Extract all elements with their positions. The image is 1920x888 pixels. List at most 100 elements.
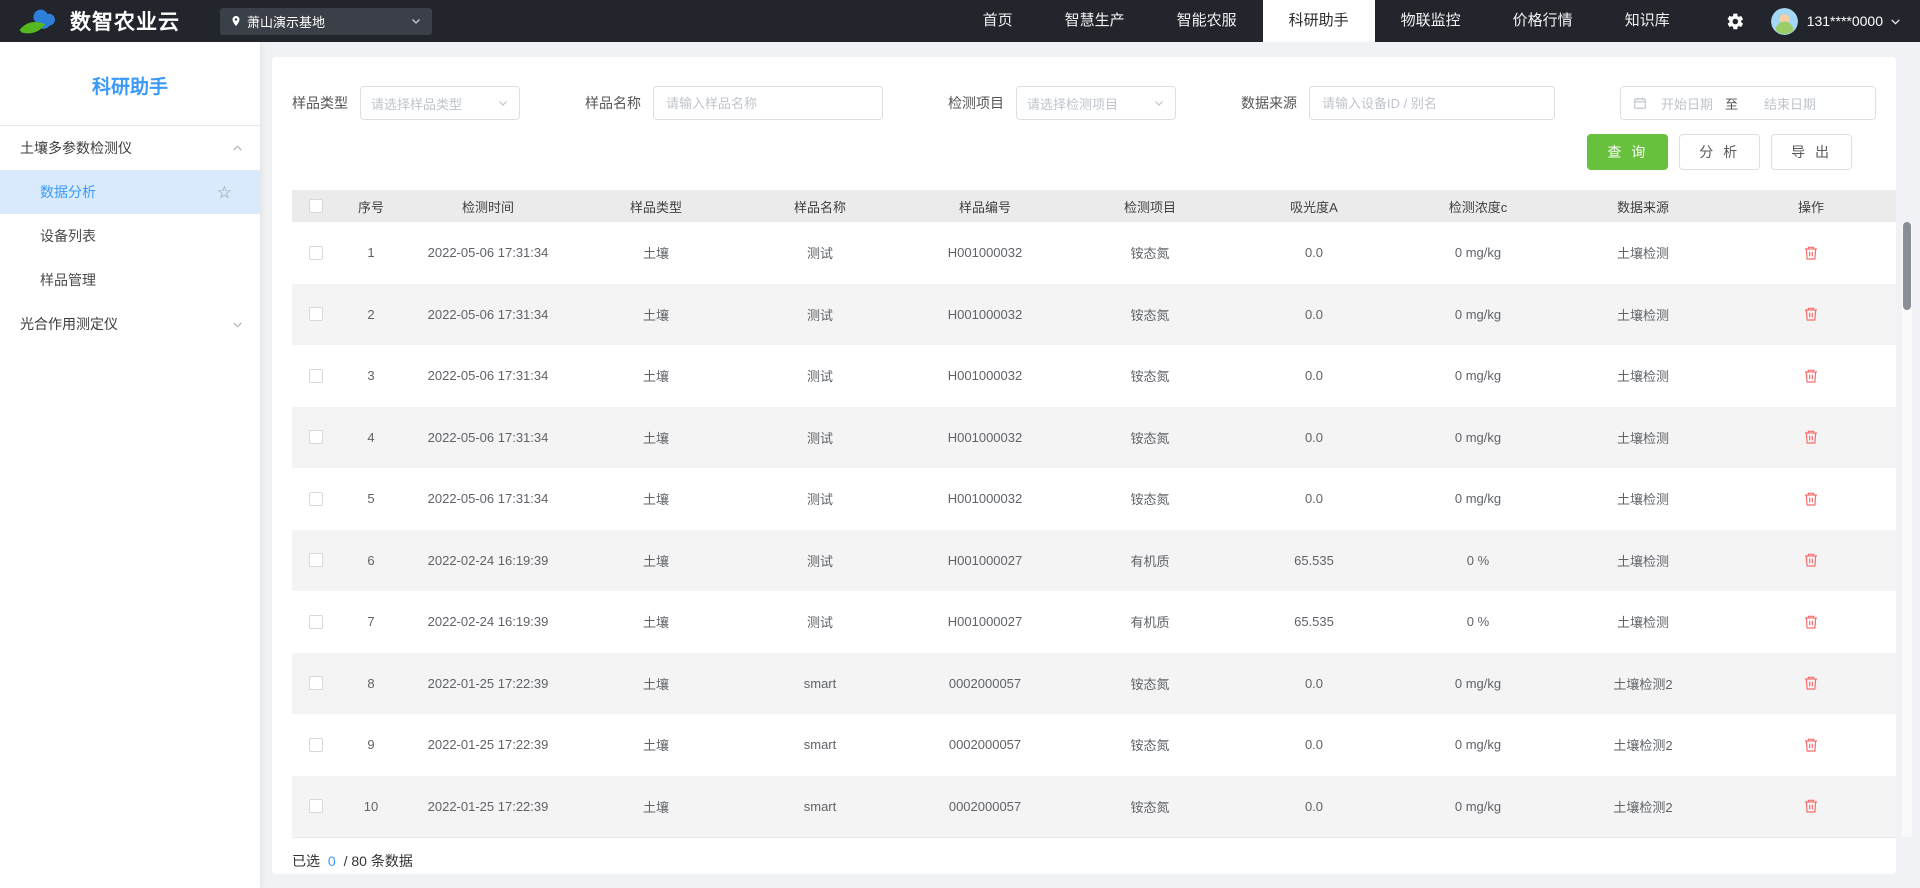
delete-button[interactable]: [1803, 736, 1819, 754]
settings-button[interactable]: [1726, 12, 1745, 31]
delete-button[interactable]: [1803, 674, 1819, 692]
nav-item-iot-monitor[interactable]: 物联监控: [1375, 0, 1487, 42]
row-checkbox[interactable]: [309, 676, 323, 691]
trash-icon: [1805, 676, 1817, 690]
sidebar-item-device-list[interactable]: 设备列表: [0, 214, 260, 258]
delete-button[interactable]: [1803, 367, 1819, 385]
delete-button[interactable]: [1803, 797, 1819, 815]
cell-test-item: 铵态氮: [1130, 738, 1170, 754]
cell-data-source: 土壤检测: [1616, 307, 1669, 323]
cell-detect-time: 2022-05-06 17:31:34: [427, 491, 549, 507]
table-row: 4 2022-05-06 17:31:34 土壤 测试 H001000032 铵态氮 0.0…: [292, 406, 1896, 468]
table-row: 9 2022-01-25 17:22:39 土壤 smart 0002000057 铵态氮…: [292, 714, 1896, 776]
delete-button[interactable]: [1803, 551, 1819, 569]
chevron-down-icon: [233, 321, 242, 328]
nav-item-research-assistant[interactable]: 科研助手: [1262, 0, 1375, 42]
cell-test-item: 铵态氮: [1130, 799, 1170, 815]
cell-sample-type: 土壤: [642, 307, 669, 323]
sample-type-select[interactable]: 请选择样品类型: [360, 86, 520, 120]
cell-sample-type: 土壤: [642, 676, 669, 692]
row-checkbox[interactable]: [309, 430, 323, 445]
delete-button[interactable]: [1803, 244, 1819, 262]
trash-icon: [1805, 615, 1817, 629]
cell-index: 7: [367, 614, 375, 630]
cell-index: 6: [367, 552, 375, 568]
cell-sample-name: smart: [803, 798, 837, 814]
nav-item-home[interactable]: 首页: [957, 0, 1039, 42]
sidebar-title: 科研助手: [91, 77, 168, 98]
row-checkbox[interactable]: [309, 737, 323, 752]
nav-item-smart-service[interactable]: 智能农服: [1151, 0, 1263, 42]
date-separator: 至: [1725, 96, 1739, 112]
sidebar-item-sample-management[interactable]: 样品管理: [0, 258, 260, 302]
date-range-picker[interactable]: 开始日期 至 结束日期: [1620, 86, 1876, 120]
cell-detect-time: 2022-05-06 17:31:34: [427, 368, 549, 384]
cell-actions: [1726, 222, 1896, 284]
sidebar-item-data-analysis[interactable]: 数据分析 ☆: [0, 170, 260, 214]
delete-button[interactable]: [1803, 428, 1819, 446]
row-checkbox[interactable]: [309, 491, 323, 506]
cell-sample-code: 0002000057: [948, 675, 1022, 691]
cell-concentration: 0 mg/kg: [1454, 675, 1502, 691]
user-menu[interactable]: 131****0000: [1770, 7, 1902, 35]
row-checkbox[interactable]: [309, 799, 323, 814]
cell-data-source: 土壤检测: [1616, 246, 1669, 262]
top-navbar: 数智农业云 萧山演示基地 首页 智慧生产 智能农服 科研助手 物联监控 价格行情 知识库 1…: [0, 0, 1920, 42]
cell-sample-code: H001000032: [947, 368, 1023, 384]
query-button[interactable]: 查 询: [1587, 134, 1669, 170]
column-header-sample-name: 样品名称: [738, 190, 902, 222]
analyze-button[interactable]: 分 析: [1679, 134, 1761, 170]
gear-icon: [1727, 13, 1743, 29]
table-row: 2 2022-05-06 17:31:34 土壤 测试 H001000032 铵态氮 0.0…: [292, 283, 1896, 346]
base-selector[interactable]: 萧山演示基地: [220, 7, 432, 35]
data-source-input[interactable]: [1309, 86, 1555, 120]
nav-item-knowledge-base[interactable]: 知识库: [1599, 0, 1696, 42]
row-checkbox[interactable]: [309, 614, 323, 629]
row-checkbox[interactable]: [309, 307, 323, 322]
cell-data-source: 土壤检测: [1616, 615, 1669, 631]
nav-item-smart-production[interactable]: 智慧生产: [1039, 0, 1151, 42]
cell-sample-type: 土壤: [642, 492, 669, 508]
delete-button[interactable]: [1803, 613, 1819, 631]
column-header-test-item: 检测项目: [1068, 190, 1232, 222]
export-button[interactable]: 导 出: [1771, 134, 1852, 170]
cell-concentration: 0 %: [1466, 552, 1490, 568]
cell-sample-code: 0002000057: [948, 798, 1022, 814]
sidebar-group-soil-multiparam[interactable]: 土壤多参数检测仪: [0, 126, 260, 170]
avatar: [1770, 7, 1798, 35]
nav-item-price-info[interactable]: 价格行情: [1487, 0, 1599, 42]
cell-data-source: 土壤检测: [1616, 492, 1669, 508]
delete-button[interactable]: [1803, 490, 1819, 508]
cell-absorbance: 0.0: [1304, 737, 1324, 753]
row-checkbox[interactable]: [309, 368, 323, 383]
cell-data-source: 土壤检测2: [1613, 738, 1673, 754]
cell-sample-name: 测试: [806, 430, 833, 446]
cell-concentration: 0 mg/kg: [1454, 245, 1502, 261]
cell-actions: [1726, 714, 1896, 776]
chevron-up-icon: [233, 144, 242, 151]
selected-suffix: / 80 条数据: [343, 853, 413, 869]
sidebar-group-photosynthesis[interactable]: 光合作用测定仪: [0, 302, 260, 346]
delete-button[interactable]: [1803, 305, 1819, 323]
cell-actions: [1726, 591, 1896, 653]
cell-index: 8: [367, 675, 375, 691]
row-checkbox[interactable]: [309, 245, 323, 260]
trash-icon: [1805, 738, 1817, 752]
selected-prefix: 已选: [292, 853, 320, 869]
cell-index: 9: [367, 737, 375, 753]
select-all-checkbox[interactable]: [309, 199, 323, 213]
column-header-data-source: 数据来源: [1560, 190, 1726, 222]
row-checkbox[interactable]: [309, 553, 323, 568]
star-icon[interactable]: ☆: [217, 184, 232, 201]
cell-actions: [1726, 284, 1896, 346]
chevron-down-icon: [1891, 18, 1900, 25]
table-body: 1 2022-05-06 17:31:34 土壤 测试 H001000032 铵态氮 0.0…: [292, 222, 1896, 837]
cell-sample-code: H001000032: [947, 306, 1023, 322]
sample-name-input[interactable]: [653, 86, 883, 120]
test-item-select[interactable]: 请选择检测项目: [1016, 86, 1176, 120]
cell-sample-type: 土壤: [642, 430, 669, 446]
cell-actions: [1726, 653, 1896, 715]
scrollbar-thumb[interactable]: [1903, 222, 1911, 310]
cell-test-item: 铵态氮: [1130, 492, 1170, 508]
table-scrollbar[interactable]: [1902, 222, 1912, 837]
